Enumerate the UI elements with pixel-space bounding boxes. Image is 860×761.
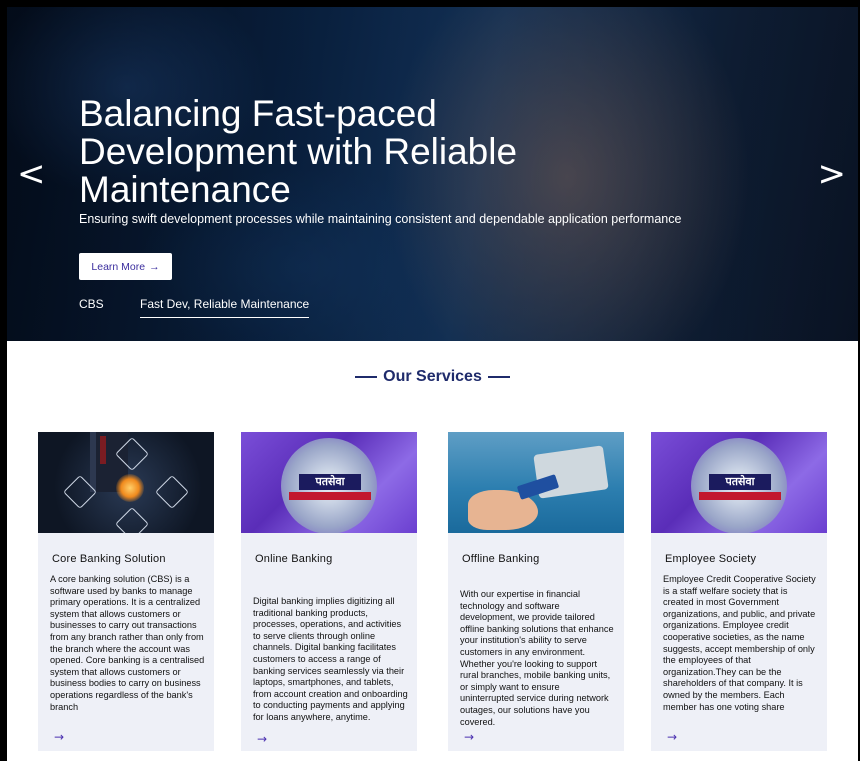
- service-card-employee-society[interactable]: पतसेवा Employee Society Employee Credit …: [651, 432, 827, 751]
- hero-carousel: < > Balancing Fast-paced Development wit…: [7, 7, 858, 341]
- slide-tab-cbs[interactable]: CBS: [79, 297, 104, 311]
- card-title: Core Banking Solution: [52, 553, 166, 565]
- heading-decoration-right: [488, 375, 511, 378]
- page: < > Balancing Fast-paced Development wit…: [7, 7, 858, 761]
- hero-subtitle: Ensuring swift development processes whi…: [79, 212, 682, 226]
- service-card-online-banking[interactable]: पतसेवा Online Banking Digital banking im…: [241, 432, 417, 751]
- carousel-prev-arrow-icon[interactable]: <: [17, 157, 46, 191]
- hero-title: Balancing Fast-paced Development with Re…: [79, 93, 518, 210]
- learn-more-label: Learn More: [91, 260, 146, 273]
- atm-card-image: [448, 432, 624, 533]
- card-description: Employee Credit Cooperative Society is a…: [663, 574, 816, 712]
- card-title: Employee Society: [665, 553, 757, 565]
- slide-tab-fast-dev[interactable]: Fast Dev, Reliable Maintenance: [140, 297, 310, 318]
- card-icon: [155, 475, 189, 509]
- patsewa-logo-text: पतसेवा: [709, 474, 771, 490]
- card-title: Online Banking: [255, 553, 333, 565]
- card-title: Offline Banking: [462, 553, 540, 565]
- card-description: Digital banking implies digitizing all t…: [253, 596, 408, 722]
- patsewa-logo-image: पतसेवा: [651, 432, 827, 533]
- service-card-core-banking[interactable]: Core Banking Solution A core banking sol…: [38, 432, 214, 751]
- heading-decoration-left: [354, 375, 377, 378]
- patsewa-logo-text: पतसेवा: [299, 474, 361, 490]
- arrow-right-icon[interactable]: →: [667, 730, 677, 744]
- arrow-right-icon[interactable]: →: [257, 732, 267, 746]
- patsewa-logo-image: पतसेवा: [241, 432, 417, 533]
- service-card-offline-banking[interactable]: Offline Banking With our expertise in fi…: [448, 432, 624, 751]
- arrow-right-icon[interactable]: →: [54, 730, 64, 744]
- services-heading: Our Services: [7, 368, 858, 386]
- carousel-next-arrow-icon[interactable]: >: [818, 157, 847, 191]
- card-description: A core banking solution (CBS) is a softw…: [50, 574, 205, 712]
- arrow-right-icon[interactable]: →: [464, 730, 474, 744]
- bulb-icon: [115, 507, 149, 533]
- arrow-right-icon: →: [149, 260, 160, 273]
- services-heading-text: Our Services: [383, 368, 482, 385]
- learn-more-button[interactable]: Learn More →: [79, 253, 172, 280]
- core-banking-image: [38, 432, 214, 533]
- card-description: With our expertise in financial technolo…: [460, 589, 614, 727]
